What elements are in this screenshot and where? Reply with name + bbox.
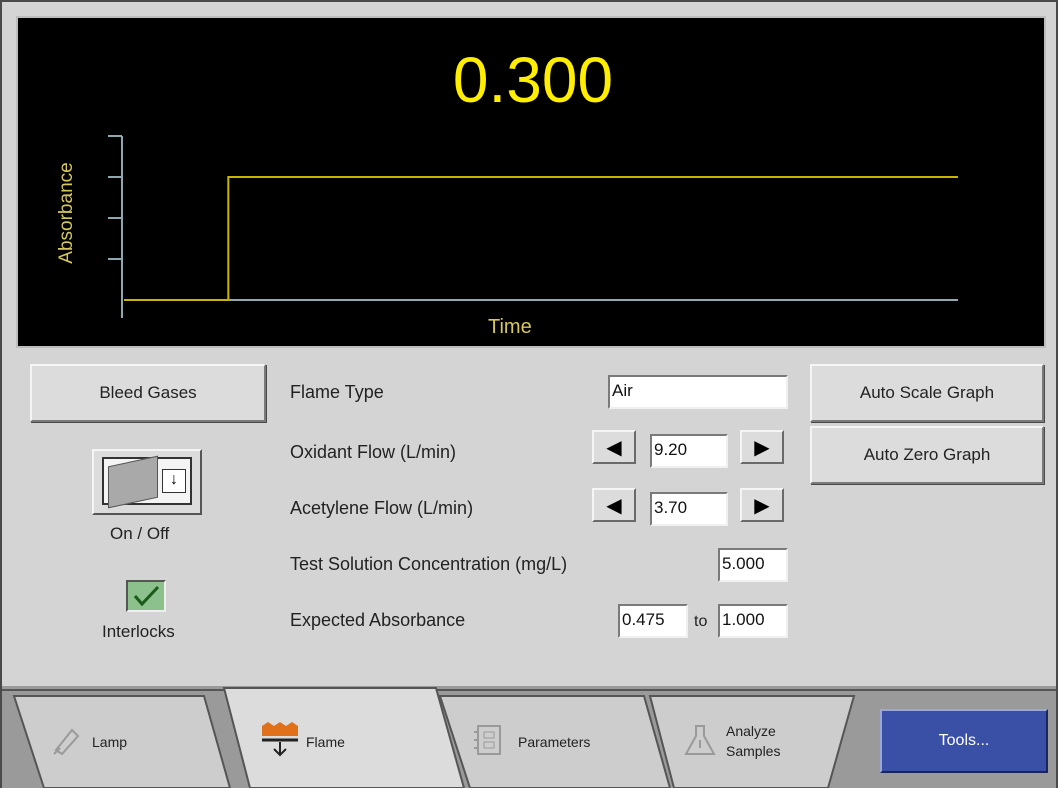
absorbance-trace	[124, 176, 958, 301]
tab-analyze-label-line1: Analyze	[726, 723, 776, 739]
tab-parameters[interactable]: Parameters	[466, 702, 646, 782]
acetylene-decrease-button[interactable]: ◀	[592, 488, 636, 522]
acetylene-flow-label: Acetylene Flow (L/min)	[290, 498, 474, 518]
absorbance-graph-panel: 0.300 Absorbance Time	[16, 16, 1046, 348]
tab-analyze-samples[interactable]: Analyze Samples	[682, 702, 832, 782]
expected-absorbance-to-field[interactable]: 1.000	[718, 604, 788, 638]
tab-analyze-label-line2: Samples	[726, 743, 781, 759]
flame-type-field[interactable]: Air	[608, 375, 788, 409]
expected-absorbance-label: Expected Absorbance	[290, 610, 466, 630]
on-off-switch[interactable]: ↓	[92, 449, 202, 515]
oxidant-flow-field[interactable]: 9.20	[650, 434, 728, 468]
tools-button[interactable]: Tools...	[880, 709, 1048, 773]
oxidant-decrease-button[interactable]: ◀	[592, 430, 636, 464]
tab-parameters-label: Parameters	[518, 734, 591, 750]
lamp-icon	[53, 728, 80, 756]
right-arrow-icon: ▶	[754, 436, 770, 459]
on-off-label: On / Off	[110, 524, 170, 543]
check-icon	[133, 585, 160, 607]
right-arrow-icon: ▶	[754, 494, 770, 517]
acetylene-increase-button[interactable]: ▶	[740, 488, 784, 522]
auto-zero-graph-button[interactable]: Auto Zero Graph	[810, 426, 1044, 484]
flame-type-label: Flame Type	[290, 382, 384, 402]
test-solution-field[interactable]: 5.000	[718, 548, 788, 582]
bleed-gases-button[interactable]: Bleed Gases	[30, 364, 266, 422]
tools-label: Tools...	[938, 732, 990, 749]
y-axis-ticks	[108, 135, 122, 260]
analyze-flask-icon	[684, 725, 716, 755]
left-arrow-icon: ◀	[606, 436, 622, 459]
expected-absorbance-to-word: to	[694, 613, 708, 630]
flame-icon	[262, 722, 298, 757]
absorbance-plot	[108, 135, 958, 318]
parameters-icon	[474, 725, 501, 755]
tab-flame[interactable]: Flame	[256, 702, 436, 782]
test-solution-label: Test Solution Concentration (mg/L)	[290, 554, 568, 574]
expected-absorbance-from-field[interactable]: 0.475	[618, 604, 688, 638]
app-window: 0.300 Absorbance Time Bleed Gases ↓ On /…	[0, 0, 1058, 788]
interlocks-label: Interlocks	[102, 622, 175, 641]
switch-icon: ↓	[102, 455, 192, 509]
oxidant-increase-button[interactable]: ▶	[740, 430, 784, 464]
left-arrow-icon: ◀	[606, 494, 622, 517]
tab-lamp-label: Lamp	[92, 734, 128, 750]
acetylene-flow-field[interactable]: 3.70	[650, 492, 728, 526]
oxidant-flow-label: Oxidant Flow (L/min)	[290, 442, 457, 462]
tab-lamp[interactable]: Lamp	[42, 702, 202, 782]
tab-flame-label: Flame	[306, 734, 345, 750]
interlocks-checkbox[interactable]	[126, 580, 166, 612]
auto-scale-graph-button[interactable]: Auto Scale Graph	[810, 364, 1044, 422]
